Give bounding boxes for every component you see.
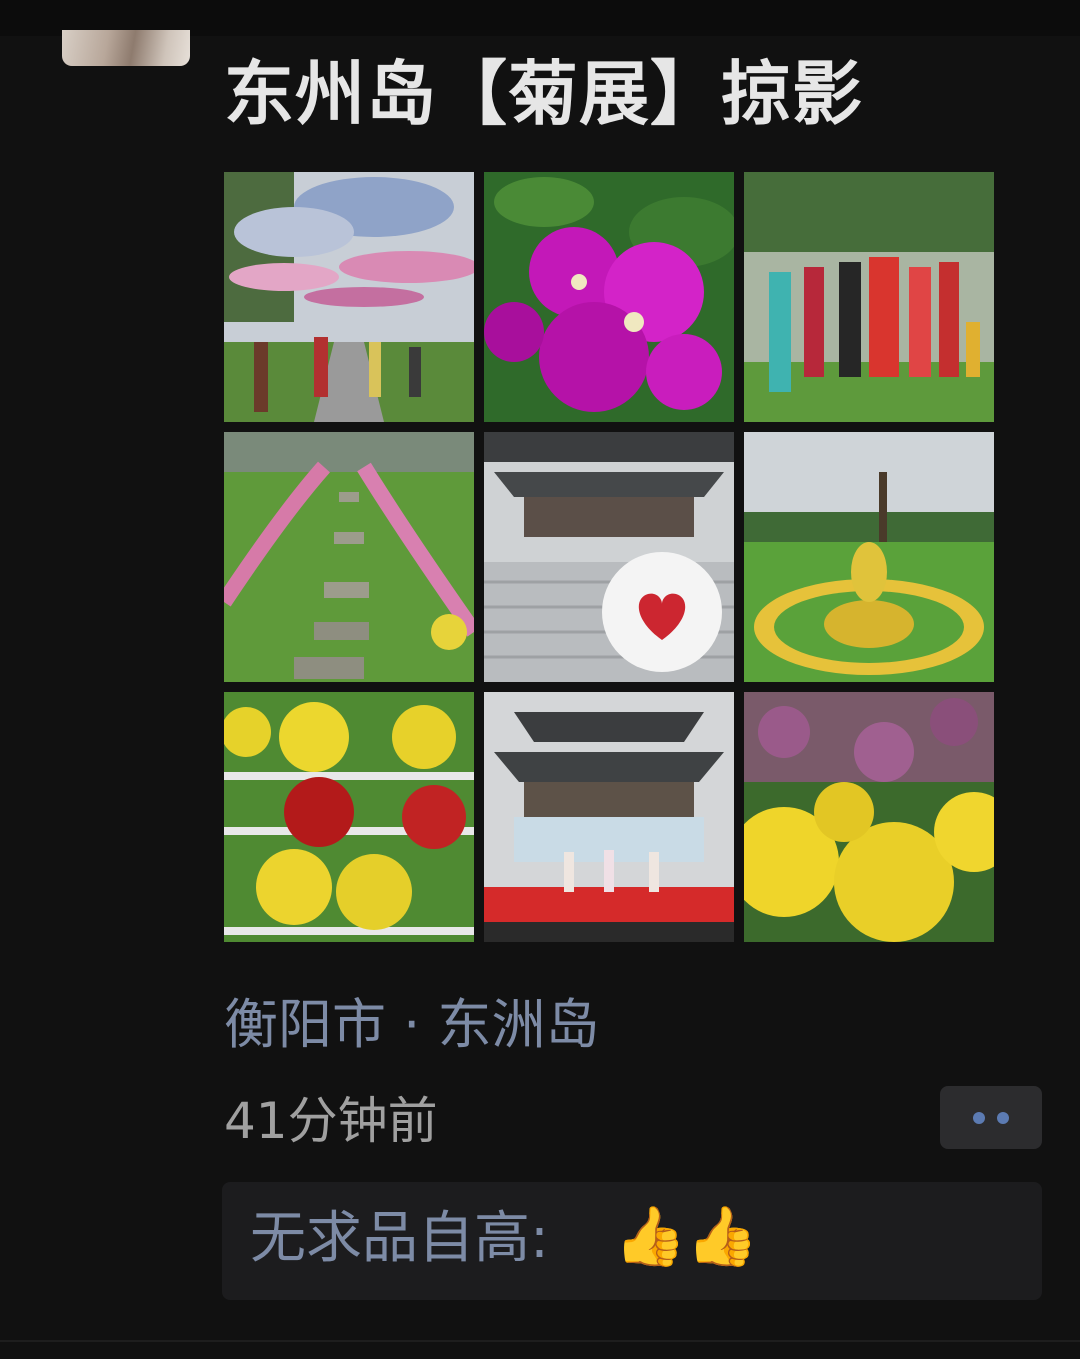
more-dot-icon [973, 1112, 985, 1124]
photo-stepping-stone-path[interactable] [224, 432, 474, 682]
comment-username[interactable]: 无求品自高: [250, 1204, 549, 1274]
divider [0, 1340, 1080, 1342]
photo-pavilion-stage-performance[interactable] [484, 692, 734, 942]
avatar[interactable] [62, 30, 190, 66]
more-dot-icon [997, 1112, 1009, 1124]
photo-grid [224, 172, 996, 944]
photo-potted-chrysanthemum-rack[interactable] [224, 692, 474, 942]
comment-text: 👍👍 [614, 1202, 759, 1270]
post-timestamp: 41分钟前 [224, 1092, 438, 1150]
photo-pavilion-stairs[interactable] [484, 432, 734, 682]
photo-umbrella-walkway[interactable] [224, 172, 474, 422]
location-link[interactable]: 衡阳市 · 东洲岛 [224, 992, 600, 1058]
photo-dancing-crowd[interactable] [744, 172, 994, 422]
photo-yellow-chrysanthemum-field[interactable] [744, 692, 994, 942]
post-title: 东州岛【菊展】掠影 [224, 53, 863, 135]
comment-box: 无求品自高: 👍👍 [222, 1182, 1042, 1300]
more-options-button[interactable] [940, 1086, 1042, 1149]
photo-bougainvillea[interactable] [484, 172, 734, 422]
photo-flower-circle-garden[interactable] [744, 432, 994, 682]
